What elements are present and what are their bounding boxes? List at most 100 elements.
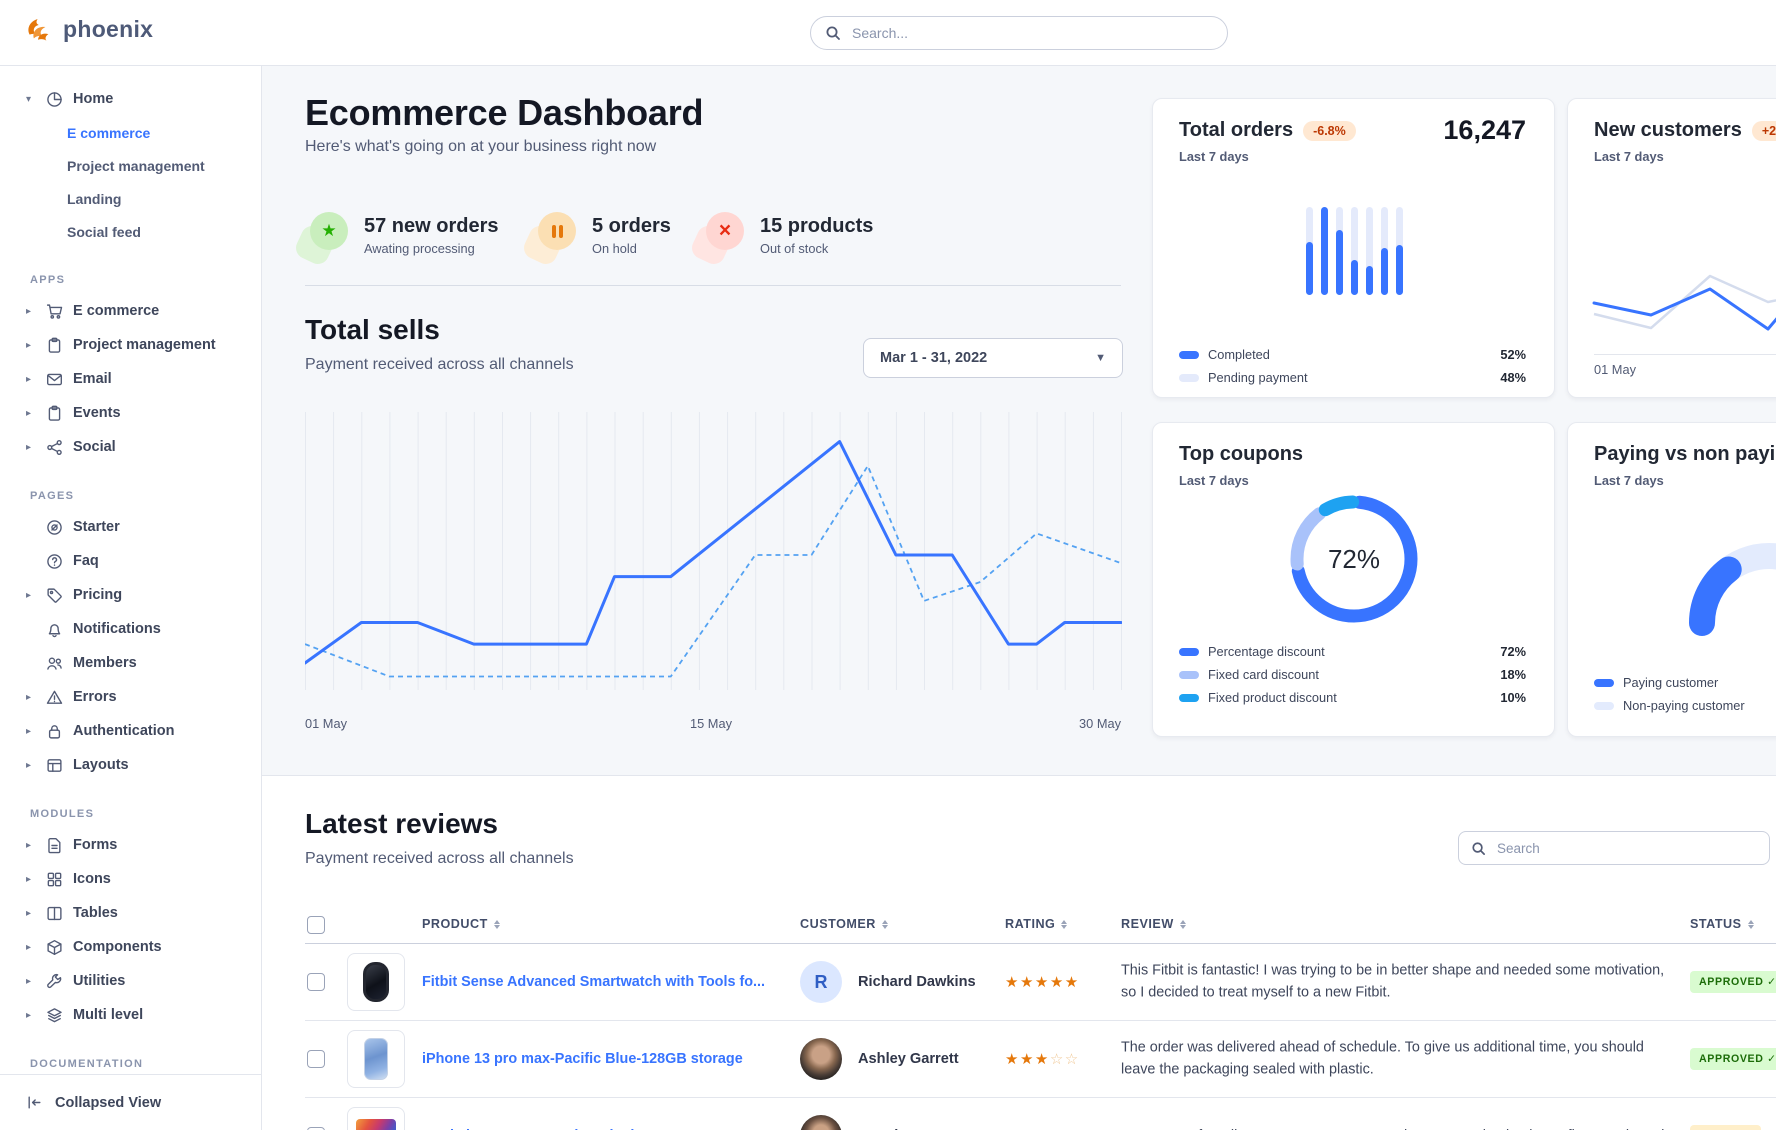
date-range-select[interactable]: Mar 1 - 31, 2022 ▼ (863, 338, 1123, 378)
sidebar-item-label: Starter (73, 519, 120, 535)
sidebar-item-label: Home (73, 91, 113, 107)
sidebar-item-label: Layouts (73, 757, 129, 773)
column-header-review[interactable]: REVIEW (1121, 917, 1186, 931)
bar-track (1396, 207, 1403, 295)
sidebar-item-email[interactable]: ▸Email (0, 362, 261, 396)
column-header-customer[interactable]: CUSTOMER (800, 917, 888, 931)
bar-fill (1351, 260, 1358, 295)
sidebar-item-social[interactable]: ▸Social (0, 430, 261, 464)
row-checkbox[interactable] (307, 973, 325, 991)
legend-label: Percentage discount (1208, 644, 1325, 659)
sidebar-item-label: Tables (73, 905, 118, 921)
bar-fill (1336, 230, 1343, 295)
rating-stars: ★★★☆☆ (1005, 1050, 1080, 1068)
sidebar: ▾HomeE commerceProject managementLanding… (0, 66, 262, 1130)
collapsed-view-toggle[interactable]: Collapsed View (0, 1074, 261, 1130)
sort-down-arrow (1748, 925, 1754, 929)
legend-swatch (1179, 648, 1199, 656)
reviews-search[interactable] (1458, 831, 1770, 865)
latest-reviews-title: Latest reviews (305, 808, 498, 840)
star-icon: ★ (302, 212, 348, 264)
sidebar-item-project-management[interactable]: ▸Project management (0, 328, 261, 362)
sidebar-item-label: Authentication (73, 723, 175, 739)
sidebar-item-forms[interactable]: ▸Forms (0, 828, 261, 862)
column-header-status[interactable]: STATUS (1690, 917, 1754, 931)
total-orders-badge: -6.8% (1303, 121, 1356, 141)
stat-circle (538, 212, 576, 250)
sidebar-item-label: Multi level (73, 1007, 143, 1023)
columns-icon (46, 905, 63, 922)
product-link[interactable]: iPhone 13 pro max-Pacific Blue-128GB sto… (422, 1051, 743, 1067)
sidebar-item-label: Components (73, 939, 162, 955)
table-row: Fitbit Sense Advanced Smartwatch with To… (305, 944, 1776, 1021)
sort-icon (882, 920, 888, 929)
brand-logo[interactable]: phoenix (24, 14, 153, 44)
legend-label: Fixed card discount (1208, 667, 1319, 682)
global-search-input[interactable] (850, 24, 1213, 42)
tag-icon (46, 587, 63, 604)
product-thumbnail (347, 1107, 405, 1130)
clipboard-icon (46, 405, 63, 422)
sidebar-item-landing[interactable]: Landing (0, 182, 261, 215)
top-navbar: phoenix (0, 0, 1776, 66)
sidebar-item-multi-level[interactable]: ▸Multi level (0, 998, 261, 1032)
sidebar-item-components[interactable]: ▸ Components (0, 930, 261, 964)
bar-track (1306, 207, 1313, 295)
caret-right-icon: ▸ (26, 726, 36, 737)
avatar (800, 1038, 842, 1080)
sidebar-item-label: Forms (73, 837, 117, 853)
stat-15-products: ×15 productsOut of stock (698, 212, 873, 264)
sidebar-item-project-management[interactable]: Project management (0, 149, 261, 182)
sidebar-item-authentication[interactable]: ▸ Authentication (0, 714, 261, 748)
pause-bar (552, 225, 556, 238)
sidebar-item-social-feed[interactable]: Social feed (0, 215, 261, 248)
pause-bar (559, 225, 563, 238)
legend-row: Percentage discount72% (1179, 644, 1526, 659)
sidebar-item-home[interactable]: ▾Home (0, 82, 261, 116)
legend-swatch (1594, 702, 1614, 710)
phoenix-logo-icon (24, 14, 54, 44)
sidebar-item-layouts[interactable]: ▸Layouts (0, 748, 261, 782)
sidebar-item-utilities[interactable]: ▸Utilities (0, 964, 261, 998)
row-checkbox[interactable] (307, 1050, 325, 1068)
sidebar-item-label: Events (73, 405, 121, 421)
top-coupons-card: Top coupons Last 7 days 72% Percentage d… (1152, 422, 1555, 737)
pause-icon (530, 212, 576, 264)
sidebar-item-events[interactable]: ▸ Events (0, 396, 261, 430)
sidebar-item-tables[interactable]: ▸Tables (0, 896, 261, 930)
compass-icon (46, 519, 63, 536)
sidebar-item-starter[interactable]: Starter (0, 510, 261, 544)
product-link[interactable]: Fitbit Sense Advanced Smartwatch with To… (422, 974, 765, 990)
header-divider (305, 285, 1121, 286)
product-thumbnail (347, 1030, 405, 1088)
sidebar-item-label: Utilities (73, 973, 125, 989)
sidebar-item-errors[interactable]: ▸Errors (0, 680, 261, 714)
layers-icon (46, 1007, 63, 1024)
caret-right-icon: ▸ (26, 408, 36, 419)
column-header-product[interactable]: PRODUCT (422, 917, 500, 931)
sidebar-item-e-commerce[interactable]: E commerce (0, 116, 261, 149)
new-customers-line-chart (1568, 249, 1776, 369)
sidebar-item-label: Errors (73, 689, 117, 705)
column-header-rating[interactable]: RATING (1005, 917, 1067, 931)
sidebar-item-members[interactable]: Members (0, 646, 261, 680)
caret-right-icon: ▸ (26, 442, 36, 453)
sidebar-item-label: Icons (73, 871, 111, 887)
sidebar-item-e-commerce[interactable]: ▸E commerce (0, 294, 261, 328)
bar-track (1351, 207, 1358, 295)
sidebar-item-faq[interactable]: Faq (0, 544, 261, 578)
sidebar-item-icons[interactable]: ▸Icons (0, 862, 261, 896)
legend-row: Non-paying customer (1594, 698, 1776, 713)
select-all-checkbox[interactable] (307, 916, 325, 934)
sidebar-item-pricing[interactable]: ▸Pricing (0, 578, 261, 612)
box-icon (46, 939, 63, 956)
sort-down-arrow (1061, 925, 1067, 929)
global-search[interactable] (810, 16, 1228, 50)
pie-icon (46, 91, 63, 108)
page-title: Ecommerce Dashboard (305, 92, 703, 134)
caret-right-icon: ▸ (26, 942, 36, 953)
product-thumbnail (347, 953, 405, 1011)
legend-value: 48% (1500, 370, 1526, 385)
sidebar-item-notifications[interactable]: Notifications (0, 612, 261, 646)
reviews-search-input[interactable] (1495, 840, 1757, 857)
